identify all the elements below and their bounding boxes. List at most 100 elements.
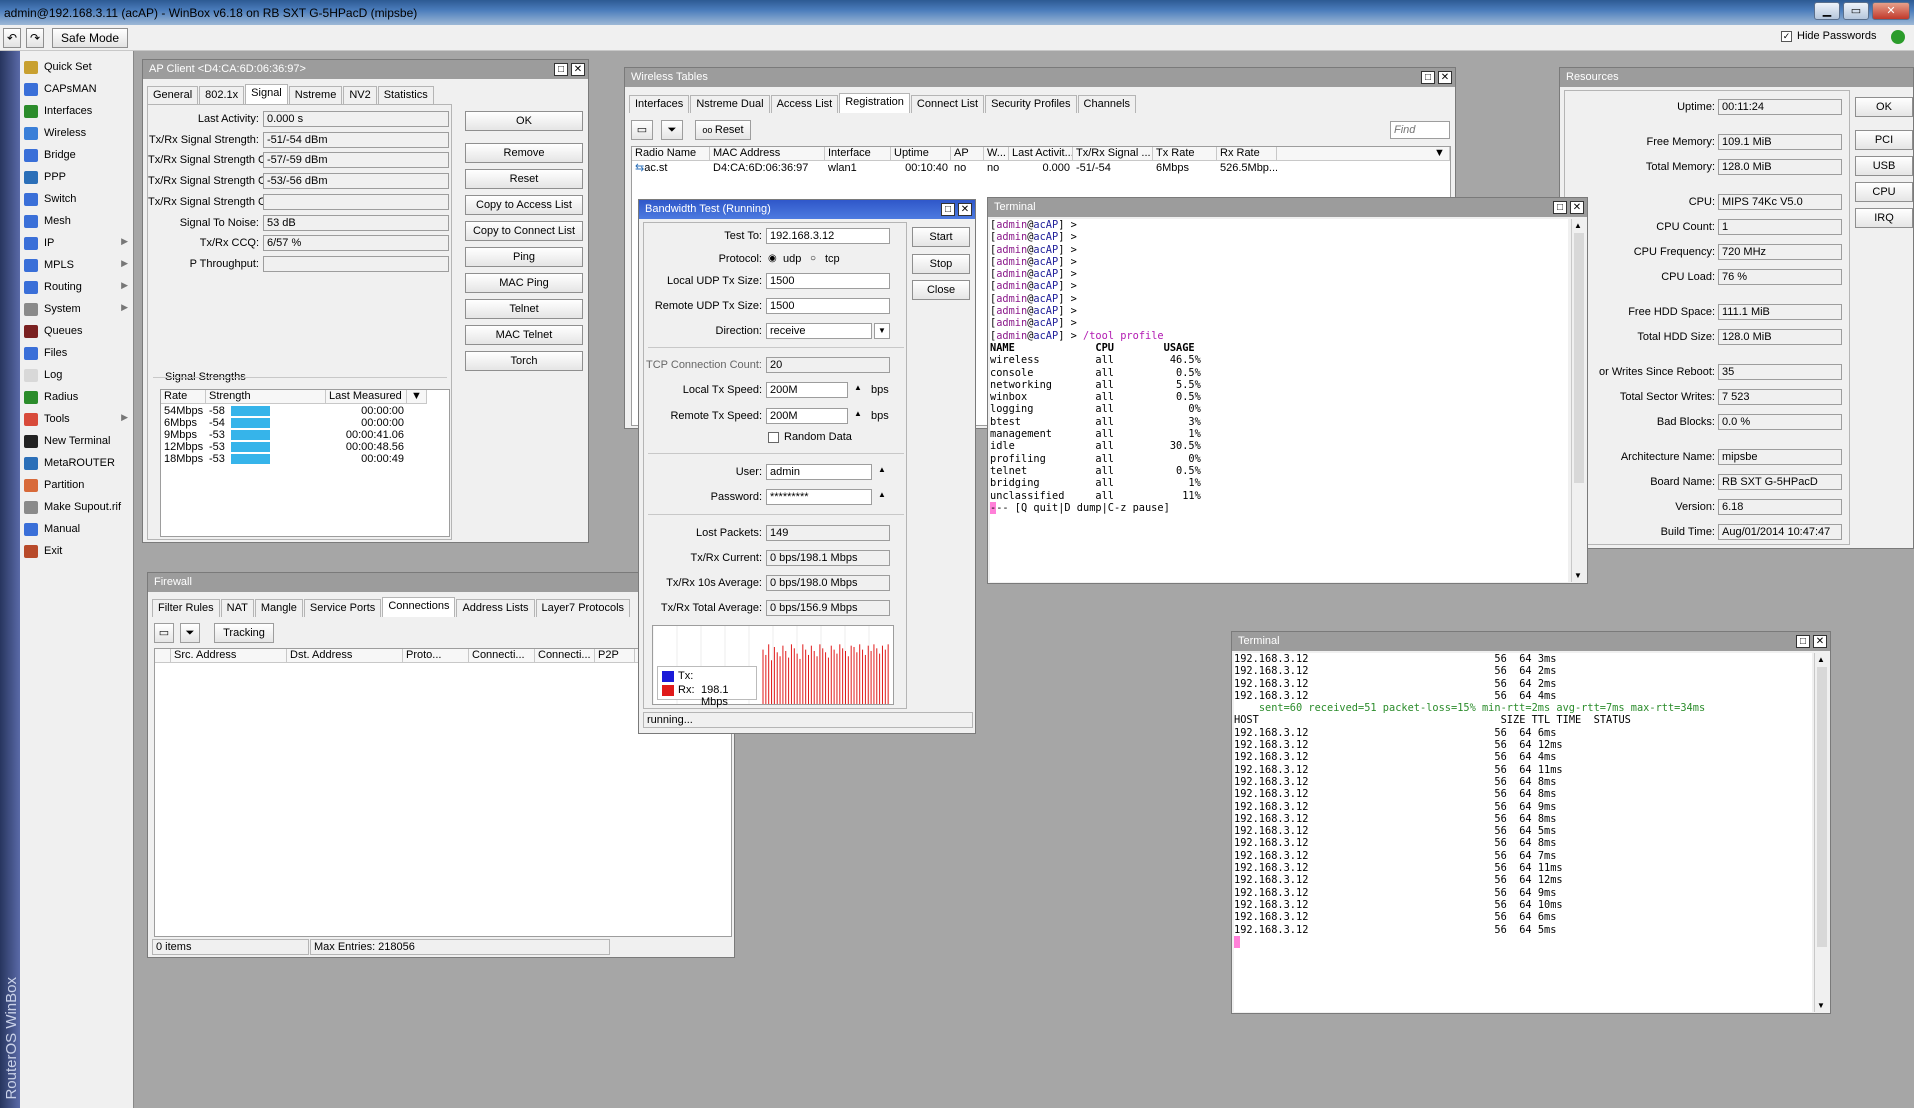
table-row[interactable]: 9Mbps -53 00:00:41.06 bbox=[161, 429, 407, 441]
terminal-titlebar[interactable]: Terminal bbox=[988, 198, 1587, 217]
scroll-up-icon[interactable]: ▲ bbox=[1817, 655, 1825, 664]
sidebar-item-tools[interactable]: Tools ▶ bbox=[24, 408, 132, 430]
ap-telnet-button[interactable]: Telnet bbox=[465, 299, 583, 319]
ap-client-minimize-icon[interactable]: □ bbox=[554, 63, 568, 76]
ap-client-tab-nstreme[interactable]: Nstreme bbox=[288, 86, 343, 104]
ap-client-tab-general[interactable]: General bbox=[147, 86, 199, 104]
sidebar-item-quick-set[interactable]: Quick Set bbox=[24, 56, 132, 78]
registration-col-5[interactable]: W... bbox=[984, 147, 1009, 161]
registration-col-1[interactable]: MAC Address bbox=[710, 147, 825, 161]
direction-chevron-down-icon[interactable]: ▼ bbox=[874, 323, 890, 339]
firewall-col-0[interactable]: Src. Address bbox=[171, 649, 287, 663]
registration-col-3[interactable]: Uptime bbox=[891, 147, 951, 161]
sidebar-item-manual[interactable]: Manual bbox=[24, 518, 132, 540]
udp-radio[interactable]: ◉ bbox=[768, 253, 777, 264]
sidebar-item-files[interactable]: Files bbox=[24, 342, 132, 364]
registration-col-6[interactable]: Last Activit... bbox=[1009, 147, 1073, 161]
local-speed-field[interactable]: 200M bbox=[766, 382, 848, 398]
minimize-button[interactable]: ▁ bbox=[1814, 2, 1840, 20]
user-up-icon[interactable]: ▲ bbox=[878, 465, 886, 474]
user-field[interactable]: admin bbox=[766, 464, 872, 480]
terminal-ping-close-icon[interactable]: ✕ bbox=[1813, 635, 1827, 648]
terminal-ping-output[interactable]: 192.168.3.12 56 64 3ms 192.168.3.12 56 64… bbox=[1234, 653, 1812, 1012]
bandwidth-minimize-icon[interactable]: □ bbox=[941, 203, 955, 216]
ap-copy-to-connect-list-button[interactable]: Copy to Connect List bbox=[465, 221, 583, 241]
firewall-col-5[interactable]: P2P bbox=[595, 649, 635, 663]
terminal-minimize-icon[interactable]: □ bbox=[1553, 201, 1567, 214]
sidebar-item-bridge[interactable]: Bridge bbox=[24, 144, 132, 166]
terminal-profile-window[interactable]: Terminal □ ✕ [admin@acAP] > [admin@acAP]… bbox=[987, 197, 1588, 584]
firewall-tab-connections[interactable]: Connections bbox=[382, 597, 456, 617]
redo-button[interactable]: ↷ bbox=[26, 28, 44, 48]
local-udp-field[interactable]: 1500 bbox=[766, 273, 890, 289]
table-row[interactable]: 54Mbps -58 00:00:00 bbox=[161, 405, 407, 417]
random-data-checkbox[interactable] bbox=[768, 432, 779, 443]
resources-irq-button[interactable]: IRQ bbox=[1855, 208, 1913, 228]
ap-copy-to-access-list-button[interactable]: Copy to Access List bbox=[465, 195, 583, 215]
resources-pci-button[interactable]: PCI bbox=[1855, 130, 1913, 150]
ap-ping-button[interactable]: Ping bbox=[465, 247, 583, 267]
scroll-down-icon[interactable]: ▼ bbox=[1574, 571, 1582, 580]
firewall-col-1[interactable]: Dst. Address bbox=[287, 649, 403, 663]
col-last-measured[interactable]: Last Measured bbox=[326, 390, 407, 404]
window-titlebar[interactable]: admin@192.168.3.11 (acAP) - WinBox v6.18… bbox=[0, 0, 1914, 25]
scroll-thumb[interactable] bbox=[1574, 233, 1584, 483]
password-up-icon[interactable]: ▲ bbox=[878, 490, 886, 499]
ap-client-tab-signal[interactable]: Signal bbox=[245, 84, 288, 104]
bandwidth-test-window[interactable]: Bandwidth Test (Running) □ ✕ Test To: 19… bbox=[638, 199, 976, 734]
scroll-up-icon[interactable]: ▲ bbox=[1574, 221, 1582, 230]
col-strength[interactable]: Strength bbox=[206, 390, 326, 404]
wireless-remove-icon[interactable]: ▭ bbox=[631, 120, 653, 140]
tcp-count-field[interactable]: 20 bbox=[766, 357, 890, 373]
table-row[interactable]: 12Mbps -53 00:00:48.56 bbox=[161, 441, 407, 453]
terminal-ping-scrollbar[interactable]: ▲ ▼ bbox=[1814, 653, 1829, 1012]
sidebar-item-log[interactable]: Log bbox=[24, 364, 132, 386]
wireless-reset-button[interactable]: oo Reset bbox=[695, 120, 751, 140]
close-button[interactable]: ✕ bbox=[1872, 2, 1910, 20]
sidebar-item-ppp[interactable]: PPP bbox=[24, 166, 132, 188]
firewall-remove-icon[interactable]: ▭ bbox=[154, 623, 174, 643]
ap-torch-button[interactable]: Torch bbox=[465, 351, 583, 371]
sidebar-item-mpls[interactable]: MPLS ▶ bbox=[24, 254, 132, 276]
sidebar-item-ip[interactable]: IP ▶ bbox=[24, 232, 132, 254]
wireless-tables-titlebar[interactable]: Wireless Tables bbox=[625, 68, 1455, 87]
ap-client-tab-statistics[interactable]: Statistics bbox=[377, 86, 434, 104]
ap-mac-telnet-button[interactable]: MAC Telnet bbox=[465, 325, 583, 345]
wireless-find-input[interactable] bbox=[1390, 121, 1450, 139]
firewall-col-3[interactable]: Connecti... bbox=[469, 649, 535, 663]
tracking-button[interactable]: Tracking bbox=[214, 623, 274, 643]
ap-client-close-icon[interactable]: ✕ bbox=[571, 63, 585, 76]
remote-speed-field[interactable]: 200M bbox=[766, 408, 848, 424]
firewall-col-4[interactable]: Connecti... bbox=[535, 649, 595, 663]
wireless-tab-registration[interactable]: Registration bbox=[839, 93, 910, 113]
firewall-filter-icon[interactable]: ⏷ bbox=[180, 623, 200, 643]
resources-ok-button[interactable]: OK bbox=[1855, 97, 1913, 117]
scroll-thumb[interactable] bbox=[1817, 667, 1827, 947]
firewall-col-2[interactable]: Proto... bbox=[403, 649, 469, 663]
ap-remove-button[interactable]: Remove bbox=[465, 143, 583, 163]
table-row[interactable]: ⇆ac.st D4:CA:6D:06:36:97 wlan1 00:10:40 no no… bbox=[632, 162, 1277, 174]
col-menu-chevron-down-icon[interactable]: ▼ bbox=[407, 390, 427, 404]
registration-col-7[interactable]: Tx/Rx Signal ... bbox=[1073, 147, 1153, 161]
safe-mode-button[interactable]: Safe Mode bbox=[52, 28, 128, 48]
terminal-close-icon[interactable]: ✕ bbox=[1570, 201, 1584, 214]
sidebar-item-switch[interactable]: Switch bbox=[24, 188, 132, 210]
wireless-tab-connect-list[interactable]: Connect List bbox=[910, 95, 985, 113]
wireless-close-icon[interactable]: ✕ bbox=[1438, 71, 1452, 84]
sidebar-item-system[interactable]: System ▶ bbox=[24, 298, 132, 320]
firewall-tab-address-lists[interactable]: Address Lists bbox=[456, 599, 535, 617]
registration-col-9[interactable]: Rx Rate bbox=[1217, 147, 1277, 161]
resources-window[interactable]: Resources Uptime: 00:11:24 Free Memory: 109… bbox=[1559, 67, 1914, 549]
sidebar-item-exit[interactable]: Exit bbox=[24, 540, 132, 562]
sidebar-item-routing[interactable]: Routing ▶ bbox=[24, 276, 132, 298]
registration-col-8[interactable]: Tx Rate bbox=[1153, 147, 1217, 161]
wireless-tab-interfaces[interactable]: Interfaces bbox=[629, 95, 690, 113]
remote-udp-field[interactable]: 1500 bbox=[766, 298, 890, 314]
resources-cpu-button[interactable]: CPU bbox=[1855, 182, 1913, 202]
sidebar-item-mesh[interactable]: Mesh bbox=[24, 210, 132, 232]
terminal-ping-window[interactable]: Terminal □ ✕ 192.168.3.12 56 64 3ms 192.1… bbox=[1231, 631, 1831, 1014]
table-row[interactable]: 6Mbps -54 00:00:00 bbox=[161, 417, 407, 429]
bandwidth-test-titlebar[interactable]: Bandwidth Test (Running) bbox=[639, 200, 975, 219]
local-speed-up-icon[interactable]: ▲ bbox=[854, 383, 862, 392]
firewall-tab-nat[interactable]: NAT bbox=[220, 599, 254, 617]
